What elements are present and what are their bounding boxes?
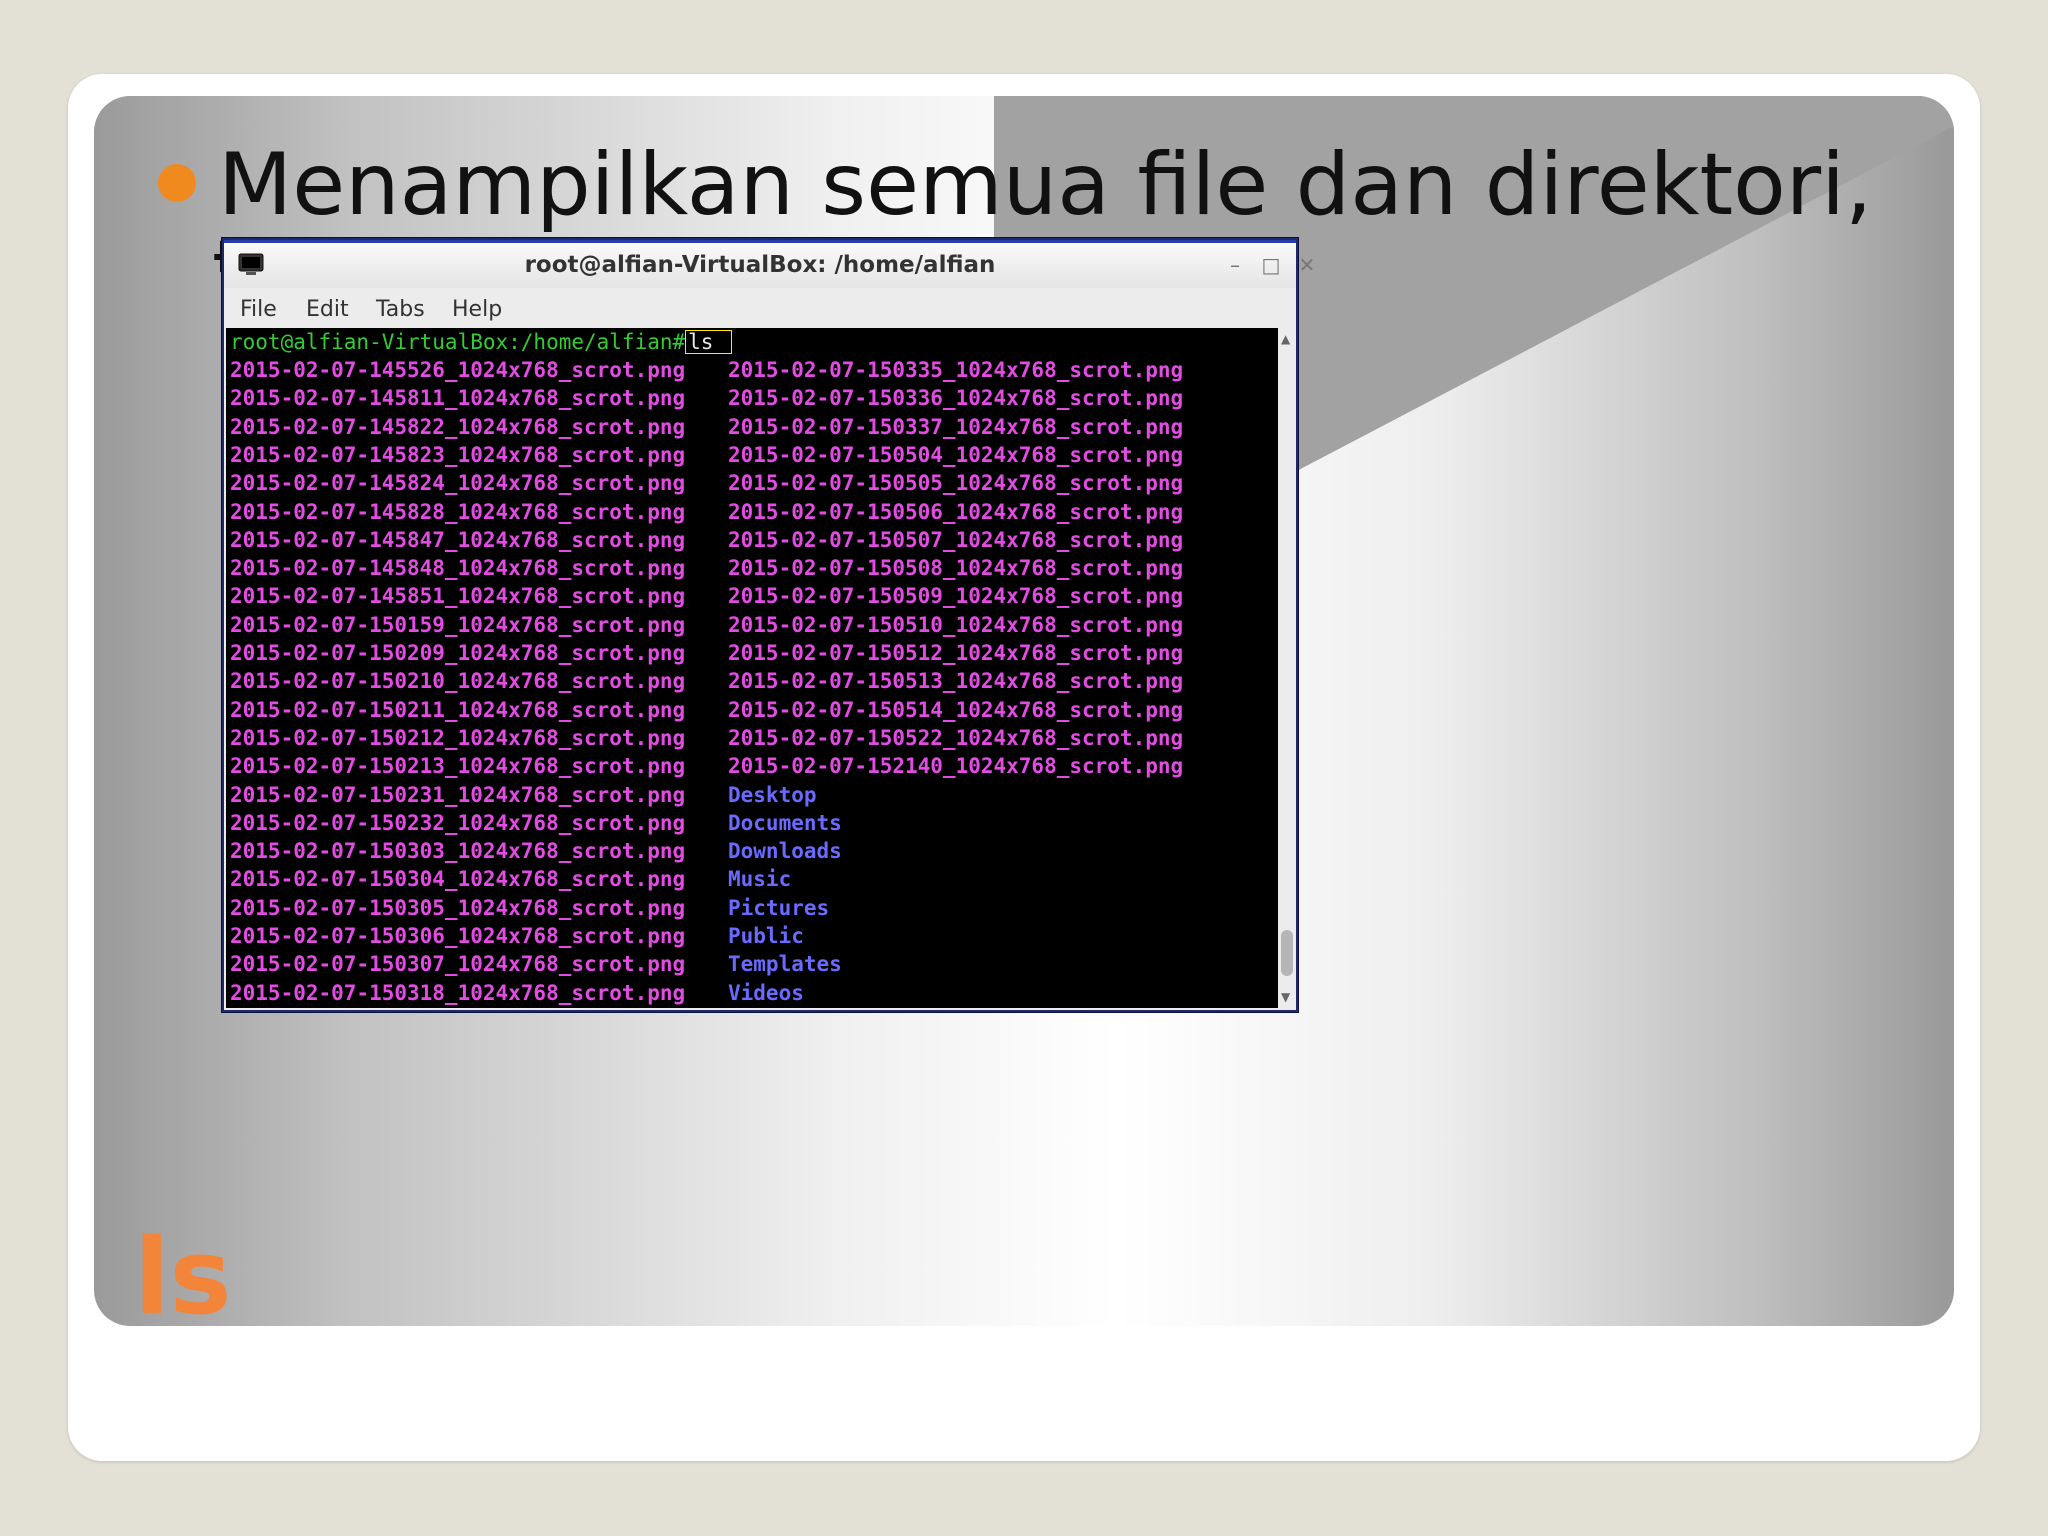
file-entry: 2015-02-07-145822_1024x768_scrot.png xyxy=(230,414,686,439)
bullet-dot-icon xyxy=(158,164,196,202)
terminal-scrollbar[interactable]: ▲ ▼ xyxy=(1278,328,1296,1008)
command-input[interactable]: ls xyxy=(685,330,733,354)
prompt-line: root@alfian-VirtualBox:/home/alfian# ls xyxy=(230,328,733,356)
file-entry: 2015-02-07-145811_1024x768_scrot.png xyxy=(230,386,686,411)
file-entry: 2015-02-07-150305_1024x768_scrot.png xyxy=(230,895,686,920)
file-entry: 2015-02-07-150303_1024x768_scrot.png xyxy=(230,839,686,864)
ls-output-row: 2015-02-07-150211_1024x768_scrot.png 2015… xyxy=(230,696,1270,724)
file-entry: 2015-02-07-145847_1024x768_scrot.png xyxy=(230,527,686,552)
ls-output-row: 2015-02-07-150305_1024x768_scrot.png Pict… xyxy=(230,894,1270,922)
file-entry: 2015-02-07-152140_1024x768_scrot.png xyxy=(728,754,1184,779)
scroll-down-icon[interactable]: ▼ xyxy=(1281,990,1290,1004)
ls-output-row: 2015-02-07-150212_1024x768_scrot.png 2015… xyxy=(230,724,1270,752)
file-entry: 2015-02-07-150505_1024x768_scrot.png xyxy=(728,471,1184,496)
ls-output-row: 2015-02-07-145822_1024x768_scrot.png 2015… xyxy=(230,413,1270,441)
menu-file[interactable]: File xyxy=(240,297,277,322)
ls-output-row: 2015-02-07-150306_1024x768_scrot.png Publ… xyxy=(230,922,1270,950)
file-entry: 2015-02-07-150504_1024x768_scrot.png xyxy=(728,442,1184,467)
file-entry: 2015-02-07-145526_1024x768_scrot.png xyxy=(230,358,686,382)
menu-help[interactable]: Help xyxy=(452,297,502,322)
file-entry: 2015-02-07-150307_1024x768_scrot.png xyxy=(230,952,686,977)
file-entry: 2015-02-07-150212_1024x768_scrot.png xyxy=(230,725,686,750)
ls-output-row: 2015-02-07-145847_1024x768_scrot.png 2015… xyxy=(230,526,1270,554)
file-entry: 2015-02-07-150306_1024x768_scrot.png xyxy=(230,924,686,948)
file-entry: 2015-02-07-150209_1024x768_scrot.png xyxy=(230,641,686,665)
close-icon[interactable]: ✕ xyxy=(1296,255,1318,275)
ls-output-row: 2015-02-07-150159_1024x768_scrot.png 2015… xyxy=(230,611,1270,639)
ls-output-row: 2015-02-07-150307_1024x768_scrot.png Temp… xyxy=(230,950,1270,978)
file-entry: 2015-02-07-150318_1024x768_scrot.png xyxy=(230,980,686,1005)
minimize-icon[interactable]: – xyxy=(1224,255,1246,275)
file-entry: 2015-02-07-150509_1024x768_scrot.png xyxy=(728,584,1184,609)
file-entry: 2015-02-07-150335_1024x768_scrot.png xyxy=(728,358,1184,382)
ls-output-row: 2015-02-07-150318_1024x768_scrot.png Vide… xyxy=(230,979,1270,1007)
ls-output-row: 2015-02-07-150210_1024x768_scrot.png 2015… xyxy=(230,667,1270,695)
directory-entry: Videos xyxy=(728,980,804,1005)
ls-output-row: 2015-02-07-145848_1024x768_scrot.png 2015… xyxy=(230,554,1270,582)
ls-output-row: 2015-02-07-145828_1024x768_scrot.png 2015… xyxy=(230,498,1270,526)
directory-entry: Pictures xyxy=(728,895,830,920)
file-entry: 2015-02-07-150210_1024x768_scrot.png xyxy=(230,669,686,694)
bullet-text: Menampilkan semua file dan direktori, xyxy=(218,135,1873,235)
file-entry: 2015-02-07-150232_1024x768_scrot.png xyxy=(230,810,686,835)
file-entry: 2015-02-07-150522_1024x768_scrot.png xyxy=(728,725,1184,750)
file-entry: 2015-02-07-150231_1024x768_scrot.png xyxy=(230,782,686,807)
ls-output-row: 2015-02-07-145811_1024x768_scrot.png 2015… xyxy=(230,384,1270,412)
ls-output-row: 2015-02-07-150303_1024x768_scrot.png Down… xyxy=(230,837,1270,865)
directory-entry: Public xyxy=(728,924,804,948)
directory-entry: Downloads xyxy=(728,839,842,864)
file-entry: 2015-02-07-150336_1024x768_scrot.png xyxy=(728,386,1184,411)
terminal-window: root@alfian-VirtualBox: /home/alfian – □… xyxy=(222,238,1315,1012)
file-entry: 2015-02-07-145848_1024x768_scrot.png xyxy=(230,556,686,581)
maximize-icon[interactable]: □ xyxy=(1260,255,1282,275)
file-entry: 2015-02-07-150159_1024x768_scrot.png xyxy=(230,612,686,637)
file-entry: 2015-02-07-150512_1024x768_scrot.png xyxy=(728,641,1184,665)
ls-output-row: 2015-02-07-150209_1024x768_scrot.png 2015… xyxy=(230,639,1270,667)
ls-output-row: 2015-02-07-150231_1024x768_scrot.png Desk… xyxy=(230,781,1270,809)
ls-output-row: 2015-02-07-150304_1024x768_scrot.png Musi… xyxy=(230,865,1270,893)
file-entry: 2015-02-07-145823_1024x768_scrot.png xyxy=(230,442,686,467)
file-entry: 2015-02-07-150213_1024x768_scrot.png xyxy=(230,754,686,779)
slide-title: ls xyxy=(134,1216,232,1338)
file-entry: 2015-02-07-150211_1024x768_scrot.png xyxy=(230,697,686,722)
file-entry: 2015-02-07-145851_1024x768_scrot.png xyxy=(230,584,686,609)
file-entry: 2015-02-07-150337_1024x768_scrot.png xyxy=(728,414,1184,439)
file-entry: 2015-02-07-150513_1024x768_scrot.png xyxy=(728,669,1184,694)
file-entry: 2015-02-07-150304_1024x768_scrot.png xyxy=(230,867,686,892)
scroll-up-icon[interactable]: ▲ xyxy=(1281,332,1290,346)
file-entry: 2015-02-07-145828_1024x768_scrot.png xyxy=(230,499,686,524)
directory-entry: Music xyxy=(728,867,792,892)
window-title: root@alfian-VirtualBox: /home/alfian xyxy=(524,252,996,278)
file-entry: 2015-02-07-150510_1024x768_scrot.png xyxy=(728,612,1184,637)
shell-prompt: root@alfian-VirtualBox:/home/alfian# xyxy=(230,330,686,354)
ls-output-row: 2015-02-07-150232_1024x768_scrot.png Docu… xyxy=(230,809,1270,837)
file-entry: 2015-02-07-150506_1024x768_scrot.png xyxy=(728,499,1184,524)
directory-entry: Desktop xyxy=(728,782,817,807)
ls-output-row: 2015-02-07-145526_1024x768_scrot.png 2015… xyxy=(230,356,1270,384)
scrollbar-thumb[interactable] xyxy=(1281,930,1293,976)
ls-output-row: 2015-02-07-145823_1024x768_scrot.png 2015… xyxy=(230,441,1270,469)
directory-entry: Templates xyxy=(728,952,842,977)
directory-entry: Documents xyxy=(728,810,842,835)
window-titlebar[interactable]: root@alfian-VirtualBox: /home/alfian – □… xyxy=(224,240,1315,288)
menu-bar: File Edit Tabs Help xyxy=(224,288,1296,328)
file-entry: 2015-02-07-145824_1024x768_scrot.png xyxy=(230,471,686,496)
file-entry: 2015-02-07-150507_1024x768_scrot.png xyxy=(728,527,1184,552)
menu-tabs[interactable]: Tabs xyxy=(376,297,425,322)
ls-output-row: 2015-02-07-145851_1024x768_scrot.png 2015… xyxy=(230,582,1270,610)
menu-edit[interactable]: Edit xyxy=(306,297,349,322)
ls-output-row: 2015-02-07-145824_1024x768_scrot.png 2015… xyxy=(230,469,1270,497)
terminal-output[interactable]: root@alfian-VirtualBox:/home/alfian# ls 2… xyxy=(226,328,1278,1008)
file-entry: 2015-02-07-150508_1024x768_scrot.png xyxy=(728,556,1184,581)
file-entry: 2015-02-07-150514_1024x768_scrot.png xyxy=(728,697,1184,722)
ls-output-row: 2015-02-07-150213_1024x768_scrot.png 2015… xyxy=(230,752,1270,780)
